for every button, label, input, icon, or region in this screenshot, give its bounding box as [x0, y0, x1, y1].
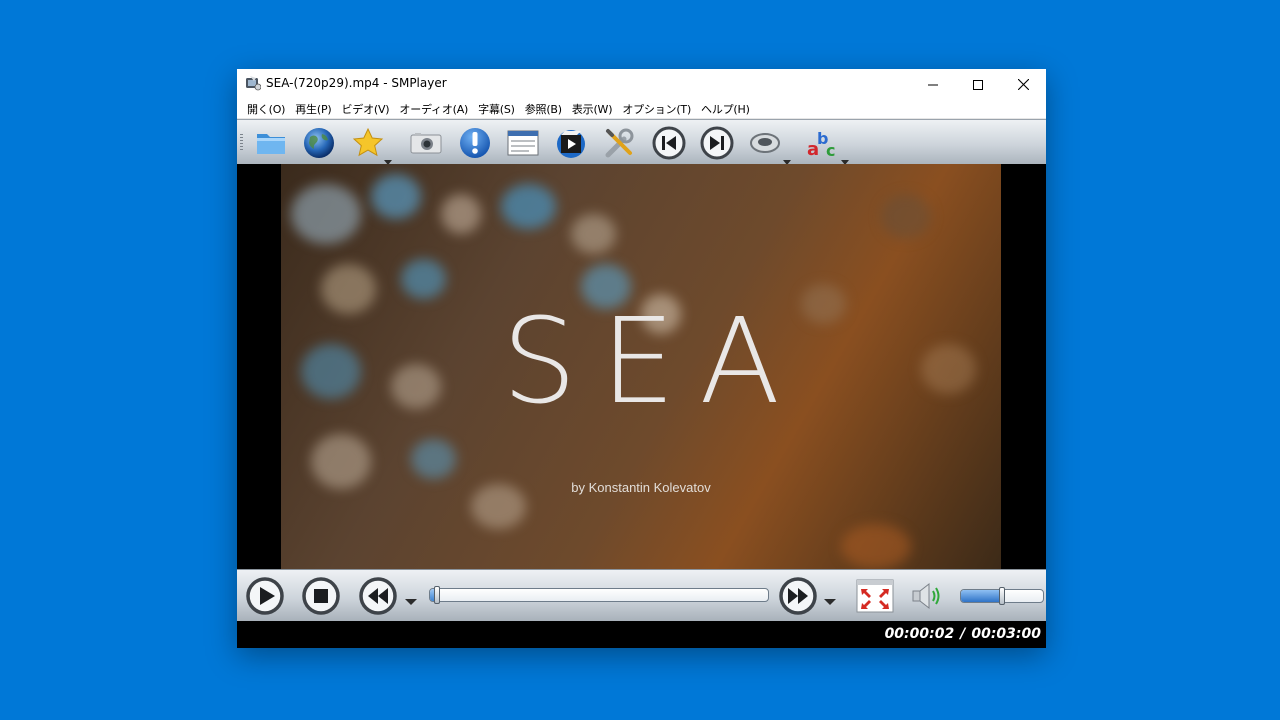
- next-track-icon: [699, 125, 735, 161]
- open-url-button[interactable]: [301, 125, 337, 161]
- video-equalizer-icon: [553, 125, 589, 161]
- video-area[interactable]: SEA by Konstantin Kolevatov: [237, 164, 1046, 569]
- forward-icon: [778, 576, 818, 616]
- subtitle-track-icon: a b c: [805, 125, 841, 161]
- folder-open-icon: [253, 125, 289, 161]
- menu-options[interactable]: オプション(T): [622, 101, 691, 117]
- preferences-button[interactable]: [602, 125, 638, 161]
- globe-icon: [301, 125, 337, 161]
- fullscreen-icon: [855, 576, 895, 616]
- play-button[interactable]: [245, 576, 285, 616]
- menu-view[interactable]: 表示(W): [572, 101, 613, 117]
- volume-slider[interactable]: [960, 587, 1044, 605]
- previous-button[interactable]: [651, 125, 687, 161]
- forward-dropdown-icon[interactable]: [823, 591, 836, 605]
- svg-text:c: c: [826, 141, 835, 160]
- subtitle-track-button[interactable]: a b c: [805, 125, 841, 161]
- current-time: 00:00:02: [884, 626, 955, 642]
- playlist-button[interactable]: [505, 125, 541, 161]
- subtitle-track-dropdown-icon[interactable]: [840, 151, 850, 165]
- maximize-icon: [973, 75, 983, 94]
- toolbar-grip[interactable]: [240, 134, 243, 152]
- favorites-button[interactable]: [350, 125, 386, 161]
- next-button[interactable]: [699, 125, 735, 161]
- time-display: 00:00:02 / 00:03:00: [885, 626, 1041, 642]
- total-time: 00:03:00: [971, 626, 1041, 642]
- control-bar: [237, 569, 1046, 622]
- video-credit-text: by Konstantin Kolevatov: [571, 480, 711, 495]
- menu-audio[interactable]: オーディオ(A): [399, 101, 468, 117]
- title-bar[interactable]: SEA-(720p29).mp4 - SMPlayer: [237, 69, 1046, 99]
- menu-browse[interactable]: 参照(B): [525, 101, 562, 117]
- mute-button[interactable]: [908, 576, 948, 616]
- menu-subtitles[interactable]: 字幕(S): [478, 101, 515, 117]
- status-bar: 00:00:02 / 00:03:00: [237, 621, 1046, 648]
- volume-fill: [961, 590, 1002, 602]
- smplayer-app-icon: [245, 75, 262, 91]
- forward-button[interactable]: [778, 576, 818, 616]
- seek-bar[interactable]: [429, 586, 769, 604]
- previous-track-icon: [651, 125, 687, 161]
- stop-button[interactable]: [301, 576, 341, 616]
- volume-handle[interactable]: [999, 587, 1005, 605]
- audio-track-button[interactable]: [747, 125, 783, 161]
- rewind-button[interactable]: [358, 576, 398, 616]
- menu-bar: 開く(O) 再生(P) ビデオ(V) オーディオ(A) 字幕(S) 参照(B) …: [237, 99, 1046, 119]
- video-equalizer-button[interactable]: [553, 125, 589, 161]
- time-separator: /: [960, 626, 966, 642]
- seek-handle[interactable]: [433, 586, 440, 604]
- close-button[interactable]: [1000, 69, 1046, 99]
- menu-video[interactable]: ビデオ(V): [341, 101, 389, 117]
- screenshot-camera-icon: [408, 125, 444, 161]
- menu-help[interactable]: ヘルプ(H): [701, 101, 750, 117]
- favorites-dropdown-icon[interactable]: [383, 151, 393, 165]
- maximize-button[interactable]: [955, 69, 1001, 99]
- rewind-dropdown-icon[interactable]: [404, 591, 417, 605]
- audio-track-icon: [747, 125, 783, 161]
- video-title-text: SEA: [501, 292, 805, 430]
- info-icon: [457, 125, 493, 161]
- favorites-star-icon: [350, 125, 386, 161]
- play-icon: [245, 576, 285, 616]
- window-title: SEA-(720p29).mp4 - SMPlayer: [266, 76, 447, 90]
- main-toolbar: a b c: [237, 119, 1046, 165]
- minimize-icon: [928, 75, 938, 94]
- info-button[interactable]: [457, 125, 493, 161]
- rewind-icon: [358, 576, 398, 616]
- stop-icon: [301, 576, 341, 616]
- menu-play[interactable]: 再生(P): [295, 101, 331, 117]
- smplayer-window: SEA-(720p29).mp4 - SMPlayer 開く(O) 再生(P) …: [237, 69, 1046, 648]
- fullscreen-button[interactable]: [855, 576, 895, 616]
- playlist-icon: [505, 125, 541, 161]
- speaker-icon: [908, 576, 948, 616]
- audio-track-dropdown-icon[interactable]: [782, 151, 792, 165]
- close-icon: [1017, 75, 1029, 94]
- menu-open[interactable]: 開く(O): [247, 101, 285, 117]
- open-file-button[interactable]: [253, 125, 289, 161]
- minimize-button[interactable]: [910, 69, 956, 99]
- preferences-tools-icon: [602, 125, 638, 161]
- screenshot-button[interactable]: [408, 125, 444, 161]
- video-frame: SEA by Konstantin Kolevatov: [281, 164, 1001, 569]
